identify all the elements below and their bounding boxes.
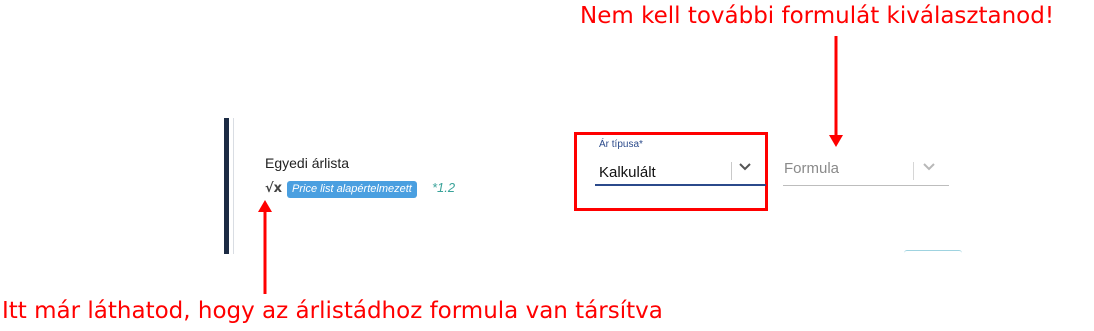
arrow-down-head [829,135,843,147]
arrow-up-head [258,200,272,212]
annotation-arrows [258,36,843,294]
